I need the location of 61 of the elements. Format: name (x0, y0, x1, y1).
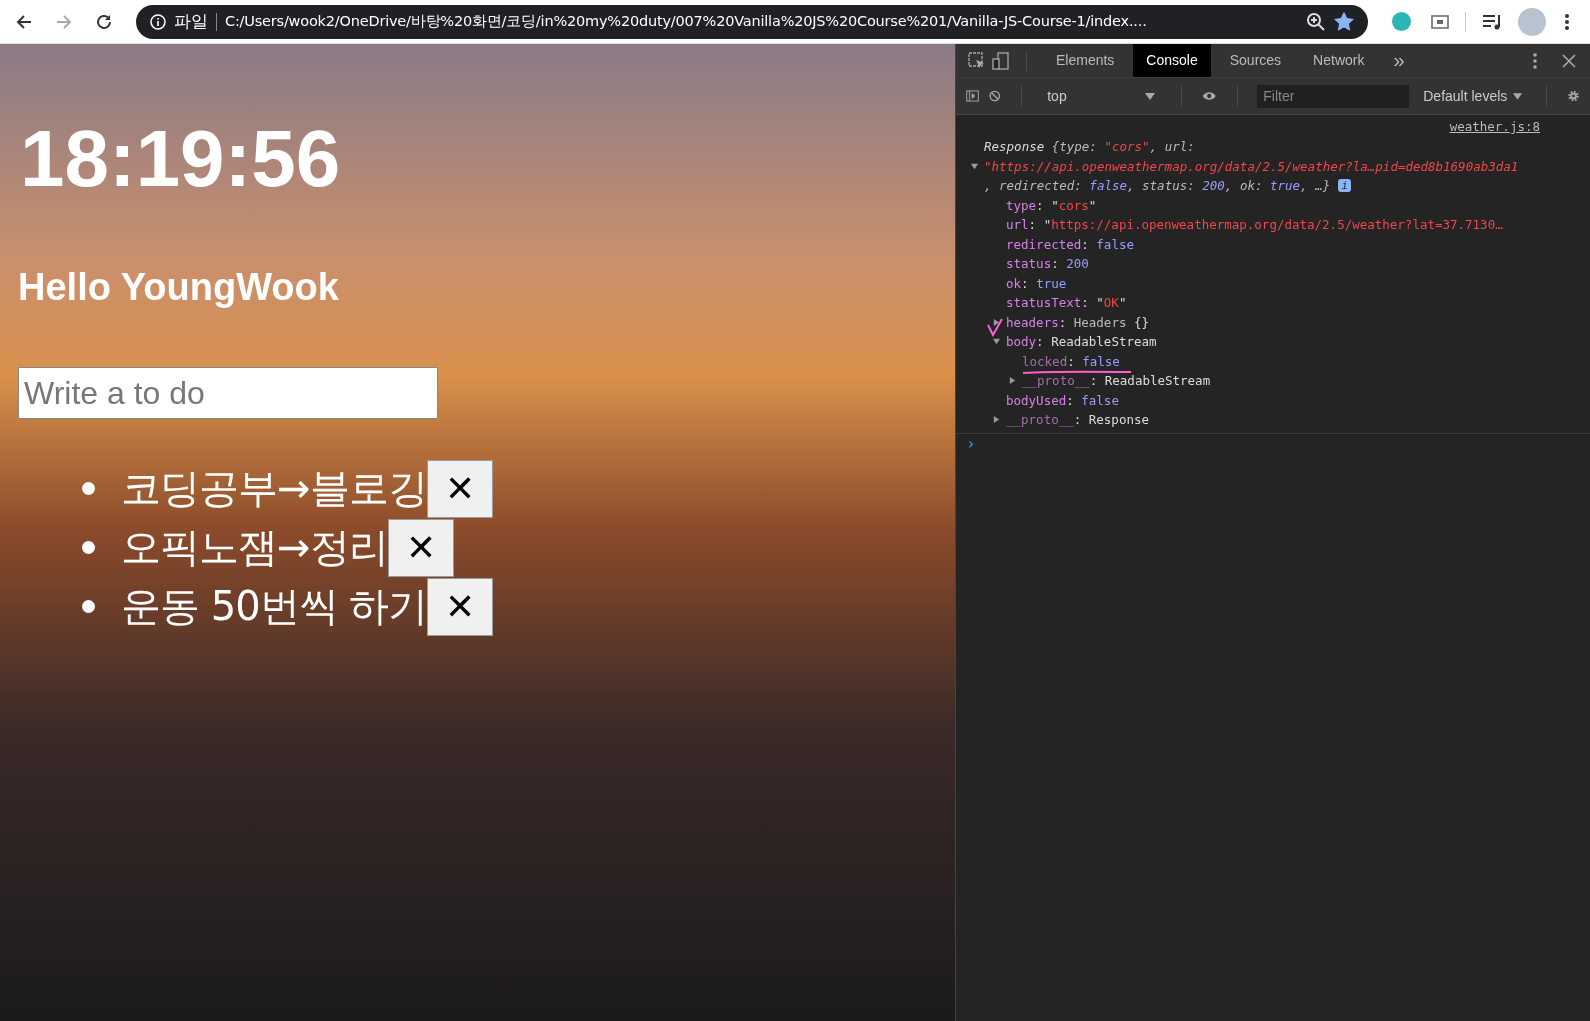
expand-arrow-icon[interactable] (992, 337, 1001, 347)
info-icon[interactable] (150, 13, 166, 30)
todo-text: 코딩공부→블로깅 (121, 464, 427, 513)
todo-input[interactable]: Write a to do (18, 367, 438, 419)
property-entry: ok: true (1006, 275, 1067, 291)
filter-input[interactable]: Filter (1257, 84, 1410, 108)
property-entry: bodyUsed: false (1006, 392, 1119, 408)
console-prompt[interactable]: › (966, 433, 976, 453)
property-entry: url: "https://api.openweathermap.org/data/2.5/weather?lat=37.7130… (1006, 217, 1503, 233)
todo-text: 운동 50번씩 하기 (121, 582, 428, 631)
scheme-label: 파일 (174, 10, 208, 33)
zoom-icon[interactable] (1306, 11, 1326, 32)
expand-arrow-icon[interactable] (1008, 376, 1017, 386)
devtools-tab[interactable]: Elements (1043, 44, 1128, 77)
property-entry: type: "cors" (1006, 197, 1097, 213)
expand-arrow-icon[interactable] (970, 161, 979, 171)
caret-icon (1513, 92, 1523, 100)
todo-text: 오픽노잼→정리 (121, 523, 388, 572)
delete-button[interactable]: ✕ (427, 577, 494, 636)
delete-button[interactable]: ✕ (426, 459, 493, 518)
menu-icon[interactable] (1564, 12, 1570, 31)
device-icon[interactable] (992, 51, 1010, 70)
log-summary: "https://api.openweathermap.org/data/2.5/weather?la…pid=ded8b1690ab3da1 (984, 158, 1519, 174)
devtools-tab[interactable]: Console (1133, 44, 1211, 77)
log-summary: , redirected: false, status: 200, ok: true, …} (984, 178, 1331, 194)
property-entry: __proto__: ReadableStream (1022, 373, 1211, 389)
expand-arrow-icon[interactable] (992, 415, 1001, 425)
source-link[interactable]: weather.js:8 (1449, 119, 1540, 137)
address-bar[interactable]: 파일 C:/Users/wook2/OneDrive/바탕%20화면/코딩/in%20my%20duty/007%20Vanilla%20JS%20Course%201/Vanilla-JS-Course-1/index.... (136, 4, 1368, 39)
delete-button[interactable]: ✕ (387, 518, 454, 577)
caret-icon (1145, 92, 1156, 100)
bullet-icon (82, 600, 95, 613)
bullet-icon (82, 482, 95, 495)
inspect-icon[interactable] (968, 51, 986, 70)
bullet-icon (82, 541, 95, 554)
expand-arrow-icon[interactable] (992, 317, 1001, 327)
kebab-menu-icon[interactable] (1532, 51, 1538, 70)
property-entry: body: ReadableStream (1006, 334, 1157, 350)
checkmark-annotation (987, 317, 1003, 337)
clear-console-icon[interactable] (989, 88, 1001, 104)
eye-icon[interactable] (1202, 90, 1217, 102)
property-entry: headers: Headers {} (1006, 314, 1150, 330)
property-entry: locked: false (1022, 353, 1120, 369)
property-entry: status: 200 (1006, 256, 1089, 272)
info-badge: i (1338, 179, 1352, 193)
devtools-tab[interactable]: Sources (1216, 44, 1295, 77)
sidebar-toggle-icon[interactable] (966, 88, 979, 104)
close-icon[interactable] (1562, 53, 1576, 68)
log-summary: Response {type: "cors", url: (984, 139, 1195, 155)
log-levels-dropdown[interactable]: Default levels (1419, 88, 1527, 104)
property-entry: redirected: false (1006, 236, 1134, 252)
property-entry: statusText: "OK" (1006, 295, 1127, 311)
property-entry: __proto__: Response (1006, 412, 1149, 428)
greeting: Hello YoungWook (18, 266, 339, 309)
cast-icon[interactable] (1431, 14, 1449, 29)
url-text: C:/Users/wook2/OneDrive/바탕%20화면/코딩/in%20my%20duty/007%20Vanilla%20JS%20Course%201/Vanilla-JS-Course-1/index.... (225, 12, 1148, 31)
clock: 18:19:56 (20, 114, 341, 204)
devtools-tab[interactable]: Network (1300, 44, 1378, 77)
more-tabs-button[interactable]: » (1383, 49, 1415, 72)
context-selector[interactable]: top (1041, 88, 1162, 104)
star-icon[interactable] (1334, 11, 1354, 32)
